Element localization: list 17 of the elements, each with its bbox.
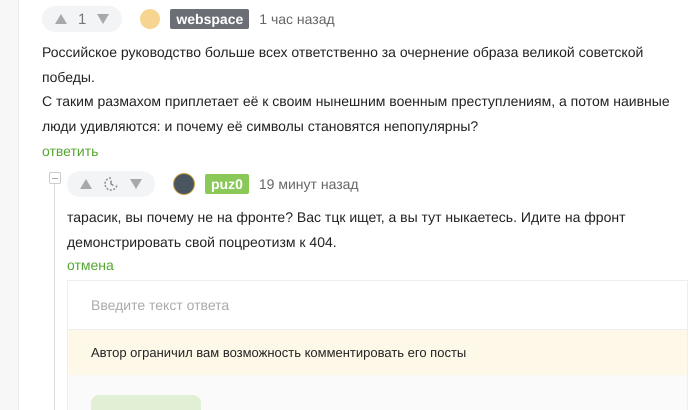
- collapse-button[interactable]: [48, 172, 60, 184]
- reply-link[interactable]: ответить: [42, 142, 98, 160]
- upvote-icon[interactable]: [54, 13, 68, 25]
- comment-text: тарасик, вы почему не на фронте? Вас тцк ищет, а вы тут ныкаетесь. Идите на фронт демонстрировать свой поцреотизм к 404.: [67, 208, 627, 252]
- reply-input-field[interactable]: Введите текст ответа: [67, 280, 688, 330]
- username-badge[interactable]: webspace: [170, 9, 250, 29]
- restriction-notice: Автор ограничил вам возможность комментировать его посты: [67, 330, 688, 375]
- comment-text: С таким размахом приплетает её к своим нынешним военным преступлениям, а потом наивные люди удивляются: и почему её символы становятся непопулярны?: [42, 92, 671, 136]
- downvote-icon[interactable]: [129, 178, 143, 190]
- comment-time[interactable]: 19 минут назад: [258, 176, 359, 192]
- comment-time[interactable]: 1 час назад: [259, 11, 335, 27]
- cancel-link[interactable]: отмена: [67, 256, 114, 274]
- rating-count: 1: [78, 10, 86, 28]
- downvote-icon[interactable]: [96, 13, 110, 25]
- upvote-icon[interactable]: [79, 178, 93, 190]
- comment-text: Российское руководство больше всех ответственно за очернение образа великой советской победы.: [42, 43, 644, 87]
- avatar[interactable]: [173, 172, 195, 194]
